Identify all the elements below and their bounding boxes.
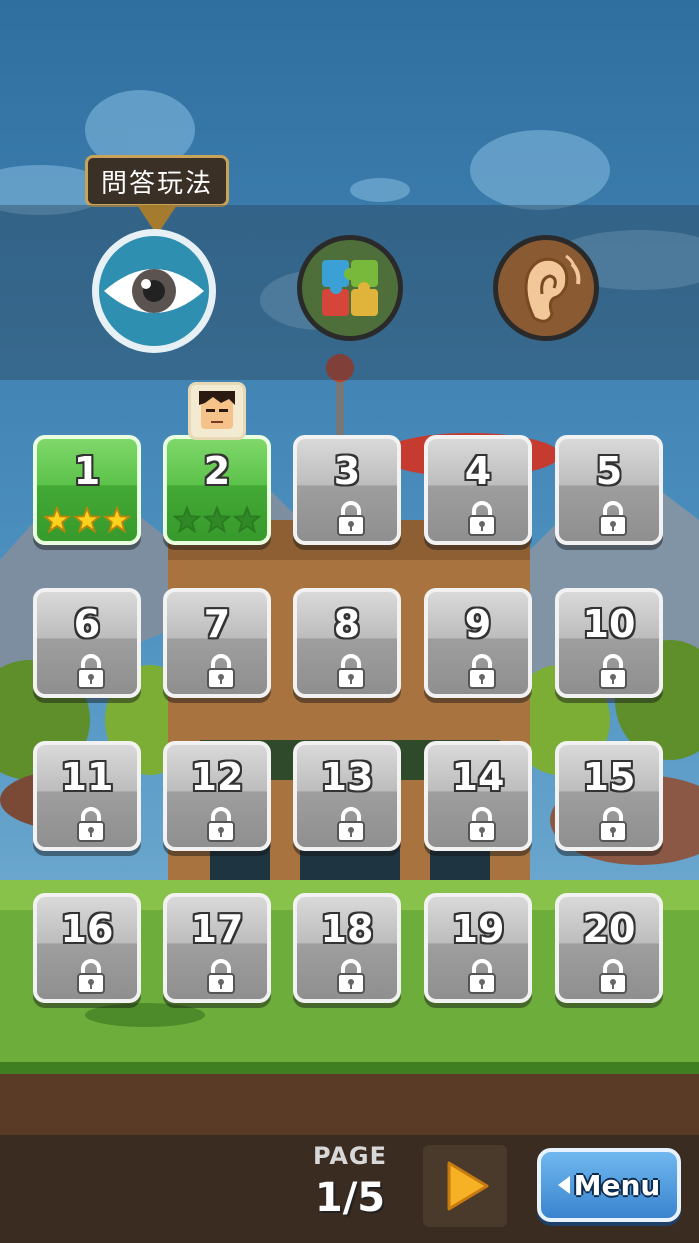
page-label: PAGE <box>312 1142 388 1170</box>
level-11-button[interactable]: 11 <box>33 741 141 851</box>
mode-tooltip: 問答玩法 <box>85 155 229 207</box>
lock-icon <box>335 654 367 690</box>
lock-icon <box>75 959 107 995</box>
ear-icon <box>493 235 599 341</box>
lock-icon <box>466 807 498 843</box>
play-arrow-icon <box>447 1161 489 1211</box>
star-rating <box>173 505 261 537</box>
eye-icon <box>92 229 216 353</box>
level-number: 20 <box>582 907 636 951</box>
level-number: 6 <box>73 602 101 646</box>
level-12-button[interactable]: 12 <box>163 741 271 851</box>
lock-icon <box>205 959 237 995</box>
level-10-button[interactable]: 10 <box>555 588 663 698</box>
level-number: 16 <box>60 907 114 951</box>
puzzle-mode-button[interactable] <box>296 234 404 342</box>
player-face-icon <box>199 391 235 429</box>
level-17-button[interactable]: 17 <box>163 893 271 1003</box>
level-14-button[interactable]: 14 <box>424 741 532 851</box>
ear-mode-button[interactable] <box>492 234 600 342</box>
star-empty-icon <box>233 505 261 534</box>
lock-icon <box>466 501 498 537</box>
level-13-button[interactable]: 13 <box>293 741 401 851</box>
level-4-button[interactable]: 4 <box>424 435 532 545</box>
level-number: 18 <box>320 907 374 951</box>
level-number: 2 <box>203 449 231 493</box>
lock-icon <box>597 807 629 843</box>
level-15-button[interactable]: 15 <box>555 741 663 851</box>
player-avatar <box>188 382 246 440</box>
page-indicator: 1/5 <box>314 1175 386 1221</box>
level-number: 7 <box>203 602 231 646</box>
level-number: 3 <box>333 449 361 493</box>
eye-mode-button[interactable] <box>90 227 218 355</box>
level-19-button[interactable]: 19 <box>424 893 532 1003</box>
level-1-button[interactable]: 1 <box>33 435 141 545</box>
lock-icon <box>466 959 498 995</box>
level-6-button[interactable]: 6 <box>33 588 141 698</box>
lock-icon <box>597 654 629 690</box>
level-number: 19 <box>451 907 505 951</box>
lock-icon <box>597 501 629 537</box>
level-number: 4 <box>464 449 492 493</box>
menu-button[interactable]: Menu <box>537 1148 681 1222</box>
level-number: 1 <box>73 449 101 493</box>
level-18-button[interactable]: 18 <box>293 893 401 1003</box>
lock-icon <box>205 807 237 843</box>
level-number: 15 <box>582 755 636 799</box>
lock-icon <box>335 807 367 843</box>
level-number: 14 <box>451 755 505 799</box>
level-7-button[interactable]: 7 <box>163 588 271 698</box>
level-3-button[interactable]: 3 <box>293 435 401 545</box>
level-number: 9 <box>464 602 492 646</box>
level-20-button[interactable]: 20 <box>555 893 663 1003</box>
star-empty-icon <box>203 505 231 534</box>
level-number: 12 <box>190 755 244 799</box>
lock-icon <box>75 807 107 843</box>
level-9-button[interactable]: 9 <box>424 588 532 698</box>
next-page-button[interactable] <box>423 1145 507 1227</box>
level-number: 11 <box>60 755 114 799</box>
menu-label: Menu <box>573 1168 661 1202</box>
level-number: 8 <box>333 602 361 646</box>
level-number: 5 <box>595 449 623 493</box>
level-8-button[interactable]: 8 <box>293 588 401 698</box>
lock-icon <box>335 959 367 995</box>
level-number: 17 <box>190 907 244 951</box>
level-number: 10 <box>582 602 636 646</box>
puzzle-icon <box>297 235 403 341</box>
star-rating <box>43 505 131 537</box>
star-filled-icon <box>73 505 101 534</box>
level-2-button[interactable]: 2 <box>163 435 271 545</box>
star-empty-icon <box>173 505 201 534</box>
lock-icon <box>205 654 237 690</box>
level-5-button[interactable]: 5 <box>555 435 663 545</box>
lock-icon <box>335 501 367 537</box>
level-16-button[interactable]: 16 <box>33 893 141 1003</box>
level-number: 13 <box>320 755 374 799</box>
lock-icon <box>597 959 629 995</box>
lock-icon <box>75 654 107 690</box>
lock-icon <box>466 654 498 690</box>
star-filled-icon <box>43 505 71 534</box>
star-filled-icon <box>103 505 131 534</box>
back-arrow-icon <box>557 1176 570 1194</box>
